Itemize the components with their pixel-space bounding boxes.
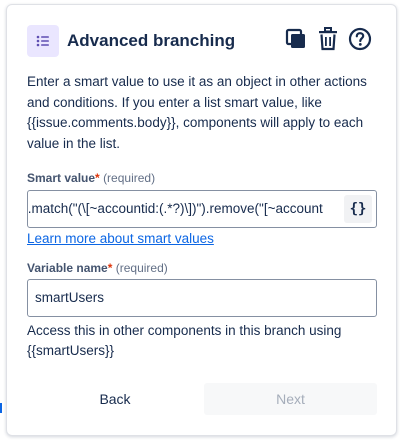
delete-button[interactable] [315, 25, 341, 53]
required-text: (required) [103, 171, 156, 185]
help-button[interactable] [347, 25, 373, 53]
required-mark: * [95, 171, 100, 185]
learn-smart-values-link[interactable]: Learn more about smart values [27, 231, 214, 246]
smart-value-label: Smart value* (required) [27, 171, 155, 185]
variable-name-label-text: Variable name [27, 261, 108, 275]
panel-title: Advanced branching [67, 31, 236, 50]
panel-description: Enter a smart value to use it as an obje… [27, 74, 367, 151]
back-button[interactable]: Back [45, 383, 185, 415]
copy-icon [285, 28, 305, 48]
variable-name-text: smartUsers [35, 290, 105, 305]
smart-value-text: /.match("(\[~accountid:(.*?)\])").remove… [27, 201, 323, 216]
list-branch-icon [27, 25, 59, 57]
smart-value-label-text: Smart value [27, 171, 96, 185]
required-mark: * [107, 261, 113, 275]
variable-name-input[interactable]: smartUsers [27, 279, 377, 317]
edge-marker [0, 403, 2, 413]
advanced-branching-panel: Advanced branching Enter a smart value t… [6, 4, 397, 436]
trash-icon [319, 27, 337, 51]
insert-smart-value-button[interactable]: {} [344, 195, 372, 223]
next-button[interactable]: Next [204, 383, 377, 415]
help-icon [348, 27, 372, 51]
copy-button[interactable] [283, 25, 309, 53]
smart-value-input[interactable]: /.match("(\[~accountid:(.*?)\])").remove… [27, 190, 377, 228]
panel-header: Advanced branching [7, 5, 396, 75]
variable-help-text: Access this in other components in this … [27, 323, 342, 358]
required-text: (required) [115, 261, 168, 275]
variable-name-label: Variable name* (required) [27, 261, 168, 275]
